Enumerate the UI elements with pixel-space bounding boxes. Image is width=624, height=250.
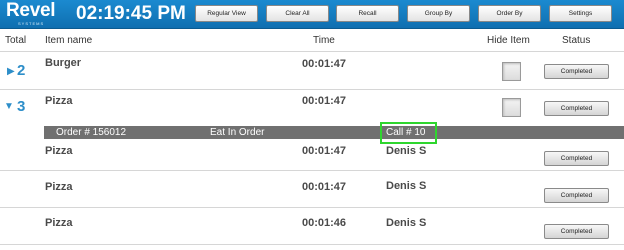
completed-button[interactable]: Completed	[544, 188, 609, 203]
group-by-button[interactable]: Group By	[407, 5, 470, 22]
item-user: Denis S	[386, 217, 427, 229]
logo-text: Revel	[6, 0, 56, 21]
column-header-hide-item: Hide Item	[487, 35, 530, 46]
order-by-button[interactable]: Order By	[478, 5, 541, 22]
triangle-down-icon[interactable]: ▼	[4, 102, 14, 112]
order-header-bar: Order # 156012 Eat In Order Call # 10	[44, 126, 624, 139]
group-time: 00:01:47	[302, 95, 347, 107]
row-divider	[0, 170, 624, 171]
row-divider	[0, 244, 624, 245]
top-bar: Revel SYSTEMS 02:19:45 PM Regular View C…	[0, 0, 624, 29]
triangle-right-icon[interactable]: ▶	[7, 67, 15, 77]
group-time: 00:01:47	[302, 58, 347, 70]
item-time: 00:01:47	[302, 145, 347, 157]
order-type: Eat In Order	[210, 127, 265, 138]
group-item-name: Pizza	[45, 95, 73, 107]
column-header-item-name: Item name	[45, 35, 93, 46]
column-header-status: Status	[562, 35, 591, 46]
hide-item-checkbox[interactable]	[502, 62, 521, 81]
settings-button[interactable]: Settings	[549, 5, 612, 22]
group-total: 3	[17, 98, 26, 115]
completed-button[interactable]: Completed	[544, 151, 609, 166]
hide-item-checkbox[interactable]	[502, 98, 521, 117]
group-item-name: Burger	[45, 57, 82, 69]
clear-all-button[interactable]: Clear All	[266, 5, 329, 22]
item-user: Denis S	[386, 145, 427, 157]
column-header-total: Total	[5, 35, 27, 46]
item-time: 00:01:46	[302, 217, 347, 229]
clock: 02:19:45 PM	[76, 3, 186, 24]
item-time: 00:01:47	[302, 181, 347, 193]
header-divider	[0, 51, 624, 52]
completed-button[interactable]: Completed	[544, 64, 609, 79]
column-header-time: Time	[313, 35, 335, 46]
order-number: Order # 156012	[56, 127, 127, 138]
revel-logo: Revel SYSTEMS	[6, 0, 56, 27]
call-number-highlight	[380, 122, 437, 144]
regular-view-button[interactable]: Regular View	[195, 5, 258, 22]
item-name: Pizza	[45, 181, 73, 193]
group-total: 2	[17, 62, 26, 79]
row-divider	[0, 207, 624, 208]
recall-button[interactable]: Recall	[336, 5, 399, 22]
completed-button[interactable]: Completed	[544, 101, 609, 116]
item-name: Pizza	[45, 145, 73, 157]
item-user: Denis S	[386, 180, 427, 192]
row-divider	[0, 89, 624, 90]
completed-button[interactable]: Completed	[544, 224, 609, 239]
item-name: Pizza	[45, 217, 73, 229]
logo-subtext: SYSTEMS	[18, 21, 45, 26]
